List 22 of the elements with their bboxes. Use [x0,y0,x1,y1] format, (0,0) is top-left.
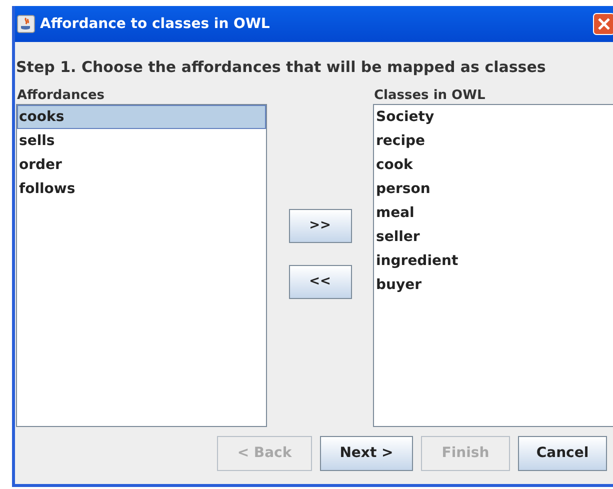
transfer-button[interactable]: << [288,265,352,299]
app-icon [17,15,35,33]
list-label: Classes in OWL [373,87,486,104]
list-item[interactable]: follows [17,177,266,201]
close-icon[interactable] [593,13,613,35]
transfer-button[interactable]: >> [288,209,352,243]
list-item[interactable]: person [374,177,613,201]
list-item[interactable]: cook [374,153,613,177]
list-item[interactable]: meal [374,201,613,225]
list-item[interactable]: cooks [17,105,266,129]
dialog-button[interactable]: Cancel [518,436,607,471]
step-instruction: Step 1. Choose the affordances that will be mapped as classes [16,57,547,77]
list-item[interactable]: Society [374,105,613,129]
list-item[interactable]: buyer [374,273,613,297]
list-item[interactable]: recipe [374,129,613,153]
list-label: Affordances [16,87,106,104]
list-item[interactable]: seller [374,225,613,249]
list-item[interactable]: sells [17,129,266,153]
list-item[interactable]: order [17,153,266,177]
dialog-button[interactable]: Next > [320,436,413,471]
list-item[interactable]: ingredient [374,249,613,273]
window-title: Affordance to classes in OWL [40,14,270,34]
